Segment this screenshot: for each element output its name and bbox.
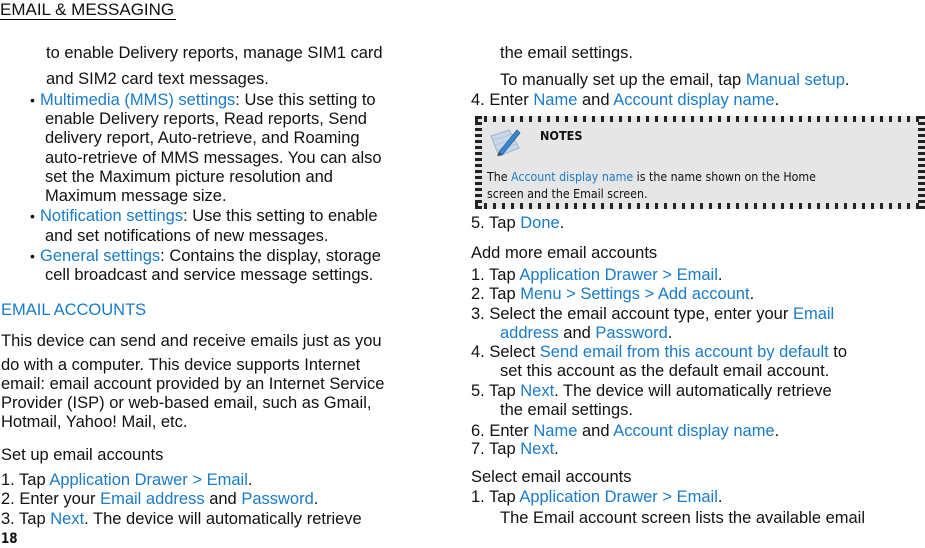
account-display-name-link[interactable]: Account display name bbox=[511, 170, 633, 184]
notes-border bbox=[475, 116, 925, 122]
paragraph-line: Hotmail, Yahoo! Mail, etc. bbox=[1, 413, 188, 431]
add-step-6: 6. Enter Name and Account display name. bbox=[471, 422, 780, 440]
paragraph-line: This device can send and receive emails … bbox=[1, 332, 382, 350]
notes-border bbox=[475, 203, 925, 209]
select-heading: Select email accounts bbox=[471, 468, 632, 486]
bullet-cont: cell broadcast and service message setti… bbox=[45, 266, 374, 284]
intro-line: to enable Delivery reports, manage SIM1 … bbox=[46, 44, 383, 62]
add-step-3: 3. Select the email account type, enter … bbox=[471, 305, 835, 323]
general-settings-link[interactable]: General settings bbox=[40, 247, 160, 265]
add-step-1: 1. Tap Application Drawer > Email. bbox=[471, 266, 723, 284]
bullet-item-general: • General settings: Contains the display,… bbox=[30, 247, 381, 265]
continued-line: the email settings. bbox=[500, 44, 633, 62]
select-step-1: 1. Tap Application Drawer > Email. bbox=[471, 488, 723, 506]
done-link[interactable]: Done bbox=[520, 214, 559, 232]
bullet-cont: delivery report, Auto-retrieve, and Roam… bbox=[45, 129, 360, 147]
pencil-note-icon bbox=[487, 124, 523, 160]
email-address-link[interactable]: Email address bbox=[100, 490, 205, 508]
name-link[interactable]: Name bbox=[533, 422, 577, 440]
bullet-cont: enable Delivery reports, Read reports, S… bbox=[45, 110, 367, 128]
notes-title: NOTES bbox=[540, 128, 583, 143]
add-step-5: 5. Tap Next. The device will automatical… bbox=[471, 382, 832, 400]
add-heading: Add more email accounts bbox=[471, 244, 658, 262]
add-step-2: 2. Tap Menu > Settings > Add account. bbox=[471, 285, 755, 303]
notes-box: NOTES The Account display name is the na… bbox=[475, 116, 925, 209]
bullet-cont: Maximum message size. bbox=[45, 187, 227, 205]
intro-line: and SIM2 card text messages. bbox=[46, 70, 269, 88]
manual-setup-link[interactable]: Manual setup bbox=[746, 71, 845, 89]
bullet-item-notification: • Notification settings: Use this setting… bbox=[30, 207, 378, 225]
step-4: 4. Enter Name and Account display name. bbox=[471, 91, 780, 109]
notification-settings-link[interactable]: Notification settings bbox=[40, 207, 183, 225]
notes-border bbox=[475, 116, 482, 209]
send-email-default-link[interactable]: Send email from this account by default bbox=[540, 343, 829, 361]
add-step-7: 7. Tap Next. bbox=[471, 440, 559, 458]
add-step-4: 4. Select Send email from this account b… bbox=[471, 343, 848, 361]
setup-step-1: 1. Tap Application Drawer > Email. bbox=[1, 471, 253, 489]
paragraph-line: email: email account provided by an Inte… bbox=[1, 375, 385, 393]
setup-step-2: 2. Enter your Email address and Password… bbox=[1, 490, 319, 508]
bullet-cont: set the Maximum picture resolution and bbox=[45, 168, 333, 186]
name-link[interactable]: Name bbox=[533, 91, 577, 109]
page-header: EMAIL & MESSAGING bbox=[0, 0, 177, 20]
bullet-icon: • bbox=[30, 208, 35, 224]
add-step-5-cont: the email settings. bbox=[500, 401, 633, 419]
paragraph-line: do with a computer. This device supports… bbox=[1, 356, 361, 374]
application-drawer-email-link[interactable]: Application Drawer > Email bbox=[519, 266, 718, 284]
bullet-cont: and set notifications of new messages. bbox=[45, 227, 329, 245]
paragraph-line: Provider (ISP) or web-based email, such … bbox=[1, 394, 372, 412]
email-link[interactable]: Email bbox=[793, 305, 834, 323]
menu-settings-add-account-link[interactable]: Menu > Settings > Add account bbox=[520, 285, 749, 303]
mms-settings-link[interactable]: Multimedia (MMS) settings bbox=[40, 91, 235, 109]
setup-heading: Set up email accounts bbox=[1, 446, 164, 464]
address-link[interactable]: address bbox=[500, 324, 559, 342]
next-link[interactable]: Next bbox=[50, 510, 84, 528]
application-drawer-email-link[interactable]: Application Drawer > Email bbox=[49, 471, 248, 489]
notes-text: The Account display name is the name sho… bbox=[487, 170, 816, 201]
page-number: 18 bbox=[1, 531, 18, 547]
bullet-item-mms: • Multimedia (MMS) settings: Use this set… bbox=[30, 91, 376, 109]
bullet-cont: auto-retrieve of MMS messages. You can a… bbox=[45, 149, 382, 167]
next-link[interactable]: Next bbox=[520, 382, 554, 400]
step-5: 5. Tap Done. bbox=[471, 214, 565, 232]
account-display-name-link[interactable]: Account display name bbox=[613, 91, 774, 109]
password-link[interactable]: Password bbox=[241, 490, 313, 508]
add-step-4-cont: set this account as the default email ac… bbox=[500, 362, 830, 380]
bullet-icon: • bbox=[30, 92, 35, 108]
notes-border bbox=[918, 116, 925, 209]
bullet-icon: • bbox=[30, 248, 35, 264]
add-step-3-cont: address and Password. bbox=[500, 324, 673, 342]
select-step-1-cont: The Email account screen lists the avail… bbox=[500, 509, 866, 527]
account-display-name-link[interactable]: Account display name bbox=[613, 422, 774, 440]
next-link[interactable]: Next bbox=[520, 440, 554, 458]
section-title: EMAIL ACCOUNTS bbox=[1, 301, 147, 319]
application-drawer-email-link[interactable]: Application Drawer > Email bbox=[519, 488, 718, 506]
manual-setup-line: To manually set up the email, tap Manual… bbox=[500, 71, 850, 89]
password-link[interactable]: Password bbox=[595, 324, 667, 342]
setup-step-3: 3. Tap Next. The device will automatical… bbox=[1, 510, 362, 528]
